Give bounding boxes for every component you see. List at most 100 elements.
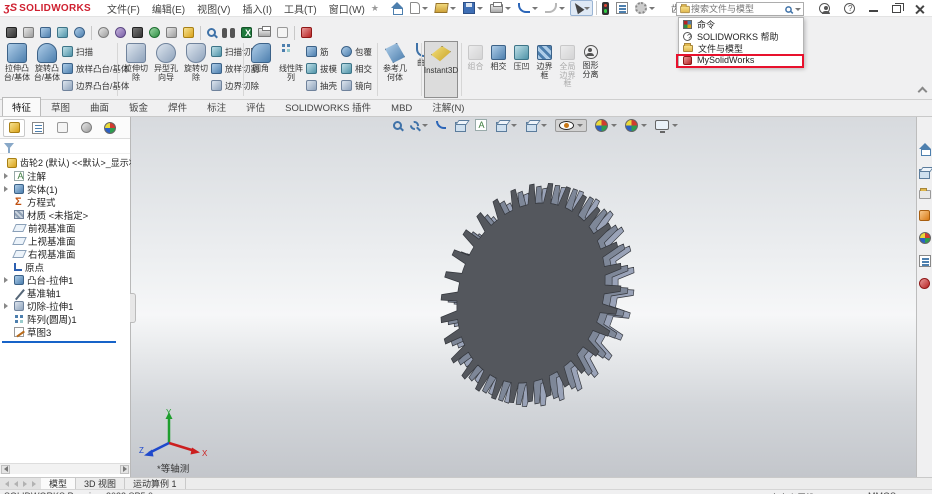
open-button[interactable] (433, 2, 458, 14)
expand-caret-icon[interactable] (4, 302, 8, 309)
rebuild-button[interactable] (600, 1, 611, 16)
lofted-boss-button[interactable]: 放样凸台/基体 (62, 61, 129, 76)
file-explorer-icon[interactable] (918, 188, 931, 199)
search-input[interactable] (691, 4, 784, 14)
menu-file[interactable]: 文件(F) (105, 0, 142, 17)
apply-scene-button[interactable] (625, 118, 647, 132)
minimize-button[interactable] (869, 5, 878, 13)
section-view-button[interactable] (454, 119, 467, 132)
edit-appearance-button[interactable] (595, 118, 617, 132)
undo-button[interactable] (516, 2, 540, 14)
tree-item-right-plane[interactable]: 右视基准面 (0, 247, 130, 261)
tab-displaymanager[interactable] (99, 119, 121, 137)
gear2-icon[interactable] (115, 27, 126, 38)
tree-item-circular-pattern1[interactable]: 阵列(圆周)1 (0, 312, 130, 326)
display-style-button[interactable] (525, 119, 547, 132)
revolved-cut-button[interactable]: 旋转切除 (182, 41, 210, 98)
doc-star-icon[interactable] (277, 27, 288, 38)
extruded-cut-button[interactable]: 拉伸切除 (122, 41, 150, 98)
bounding-box-button[interactable]: 边界框 (533, 41, 556, 98)
gear-model[interactable] (131, 117, 916, 477)
scroll-right-button[interactable] (120, 464, 129, 474)
shell-button[interactable]: 抽壳 (306, 78, 337, 93)
linear-pattern-button[interactable]: 线性阵列 (277, 41, 305, 98)
menu-window[interactable]: 窗口(W) (327, 0, 367, 17)
tree-item-origin[interactable]: 原点 (0, 260, 130, 274)
tree-item-solid-bodies[interactable]: 实体(1) (0, 182, 130, 196)
taskpane-home-icon[interactable] (918, 143, 931, 156)
tab-dimxpert[interactable]: 标注 (197, 97, 236, 116)
tab-surfaces[interactable]: 曲面 (80, 97, 119, 116)
expand-caret-icon[interactable] (4, 172, 8, 179)
rollback-bar[interactable] (2, 341, 116, 343)
tab-featuremanager[interactable] (3, 118, 25, 137)
menu-edit[interactable]: 编辑(E) (150, 0, 187, 17)
tab-evaluate[interactable]: 评估 (236, 97, 275, 116)
hole-wizard-button[interactable]: 异型孔向导 (152, 41, 180, 98)
tree-item-annotations[interactable]: 注解 (0, 169, 130, 183)
tab-configurationmanager[interactable] (51, 119, 73, 137)
scroll-left-button[interactable] (1, 464, 10, 474)
tree-root[interactable]: 齿轮2 (默认) <<默认>_显示状态 1> (0, 156, 160, 169)
first-tab-button[interactable] (3, 480, 11, 488)
tree-item-sketch3[interactable]: 草图3 (0, 325, 130, 339)
tab-addins[interactable]: SOLIDWORKS 插件 (275, 97, 381, 116)
design-library-icon[interactable] (918, 166, 931, 179)
view-orientation-button[interactable] (495, 119, 517, 132)
tree-item-top-plane[interactable]: 上视基准面 (0, 234, 130, 248)
intersect-button[interactable]: 相交 (341, 61, 372, 76)
prev-tab-button[interactable] (12, 480, 20, 488)
print-small-icon[interactable] (258, 26, 271, 37)
last-tab-button[interactable] (30, 480, 38, 488)
revolved-boss-button[interactable]: 旋转凸台/基体 (33, 41, 61, 98)
previous-view-button[interactable] (436, 121, 446, 129)
expand-caret-icon[interactable] (4, 276, 8, 283)
fillet-button[interactable]: 圆角 (247, 41, 275, 98)
tab-propertymanager[interactable] (27, 119, 49, 137)
home-button[interactable] (389, 1, 405, 15)
tab-motion-study[interactable]: 运动算例 1 (125, 478, 186, 489)
annotation-view-button[interactable] (475, 119, 487, 131)
part-compare-icon[interactable] (183, 27, 194, 38)
login-user-icon[interactable] (819, 3, 830, 14)
view-settings-button[interactable] (655, 120, 678, 133)
tab-3d-views[interactable]: 3D 视图 (76, 478, 126, 489)
excel-icon[interactable] (241, 27, 252, 38)
binoculars-icon[interactable] (222, 27, 235, 38)
gear-settings-icon[interactable] (98, 27, 109, 38)
close-button[interactable] (915, 4, 924, 13)
book-icon[interactable] (301, 27, 312, 38)
tree-item-front-plane[interactable]: 前视基准面 (0, 221, 130, 235)
spring-icon[interactable] (166, 27, 177, 38)
zoom-fit-button[interactable] (393, 120, 402, 130)
search-box[interactable] (676, 2, 804, 16)
tree-item-axis1[interactable]: 基准轴1 (0, 286, 130, 300)
indent-button[interactable]: 压凹 (510, 41, 533, 98)
view-palette-icon[interactable] (919, 210, 930, 221)
tree-item-cut-extrude1[interactable]: 切除-拉伸1 (0, 299, 130, 313)
draft-button[interactable]: 拔模 (306, 61, 337, 76)
boundary-boss-button[interactable]: 边界凸台/基体 (62, 78, 129, 93)
custom-properties-icon[interactable] (918, 255, 931, 267)
search-icon[interactable] (785, 5, 792, 13)
menu-item-files-models[interactable]: 文件与模型 (679, 42, 803, 54)
tree-item-boss-extrude1[interactable]: 凸台-拉伸1 (0, 273, 130, 287)
save-button[interactable] (461, 1, 485, 15)
menu-tools[interactable]: 工具(T) (282, 0, 319, 17)
menu-item-help[interactable]: SOLIDWORKS 帮助 (679, 30, 803, 42)
zoom-search-icon[interactable] (207, 28, 216, 37)
graphics-viewport[interactable]: Y X Z *等轴测 (131, 117, 916, 477)
tab-weldments[interactable]: 焊件 (158, 97, 197, 116)
globe-icon[interactable] (74, 27, 85, 38)
reference-geometry-button[interactable]: 参考几何体 (381, 41, 409, 98)
tree-filter-bar[interactable] (0, 139, 130, 154)
select-tool-button[interactable] (569, 0, 593, 16)
panel-splitter-handle[interactable] (130, 293, 136, 323)
extruded-boss-button[interactable]: 拉伸凸台/基体 (3, 41, 31, 98)
tape-measure-icon[interactable] (6, 27, 17, 38)
menu-view[interactable]: 视图(V) (195, 0, 232, 17)
menu-pin-icon[interactable]: ★ (371, 3, 379, 14)
tree-item-equations[interactable]: 方程式 (0, 195, 130, 209)
search-options-caret[interactable] (795, 7, 801, 11)
tab-features[interactable]: 特征 (2, 97, 42, 116)
